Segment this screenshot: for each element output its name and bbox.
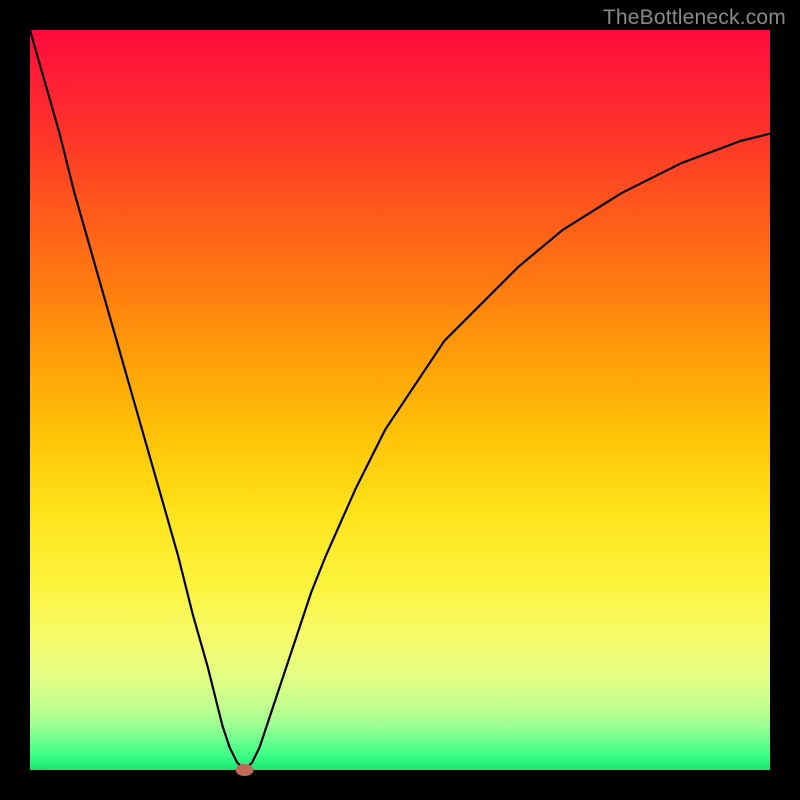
curve-svg <box>30 30 770 770</box>
chart-frame: TheBottleneck.com <box>0 0 800 800</box>
minimum-marker <box>236 764 254 776</box>
bottleneck-curve <box>30 30 770 770</box>
plot-area <box>30 30 770 770</box>
watermark-text: TheBottleneck.com <box>603 6 786 30</box>
